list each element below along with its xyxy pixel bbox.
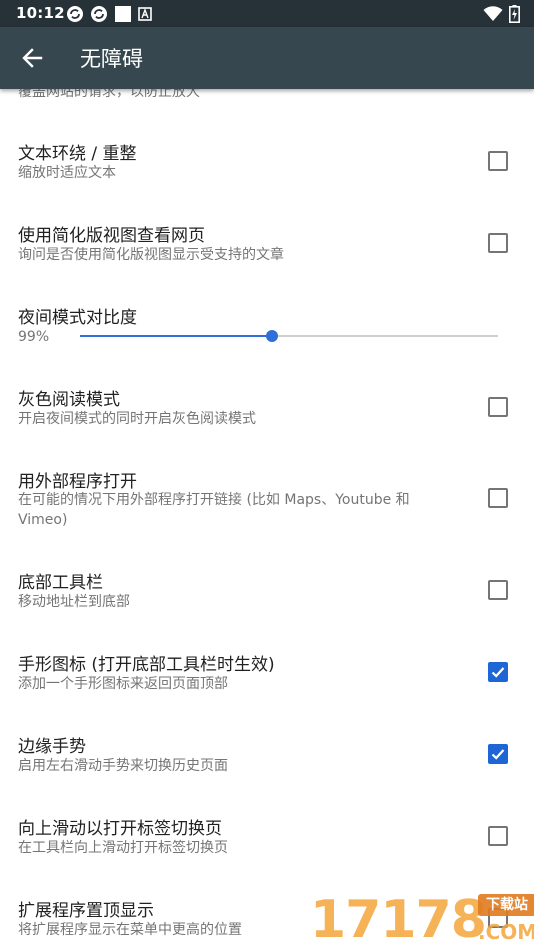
pref-summary: 缩放时适应文本	[18, 165, 116, 181]
checkbox[interactable]	[488, 488, 508, 508]
pref-open-external[interactable]: 用外部程序打开 在可能的情况下用外部程序打开链接 (比如 Maps、Youtub…	[0, 451, 534, 541]
square-icon	[115, 6, 131, 22]
pref-gray-reading[interactable]: 灰色阅读模式 开启夜间模式的同时开启灰色阅读模式	[0, 369, 534, 439]
pref-summary: 启用左右滑动手势来切换历史页面	[18, 758, 228, 774]
watermark-domain: .COM	[478, 920, 534, 944]
pref-title: 灰色阅读模式	[18, 390, 120, 410]
checkbox[interactable]	[488, 397, 508, 417]
a-notification-icon	[138, 7, 152, 21]
checkbox[interactable]	[488, 826, 508, 846]
slider-value: 99%	[18, 329, 50, 345]
battery-charging-icon	[509, 5, 520, 23]
slider-fill	[80, 335, 273, 337]
page-title: 无障碍	[80, 47, 143, 71]
pref-title: 使用简化版视图查看网页	[18, 226, 205, 246]
sync-icon	[67, 6, 83, 22]
pref-edge-gesture[interactable]: 边缘手势 启用左右滑动手势来切换历史页面	[0, 716, 534, 786]
back-button[interactable]	[12, 39, 52, 77]
arrow-left-icon	[22, 48, 43, 68]
pref-title: 向上滑动以打开标签切换页	[18, 819, 222, 839]
status-icons-left	[66, 5, 152, 23]
pref-title: 文本环绕 / 重整	[18, 144, 137, 164]
checkbox-checked[interactable]	[488, 744, 508, 764]
checkbox[interactable]	[488, 151, 508, 171]
contrast-slider[interactable]	[80, 330, 498, 342]
status-icons-right	[483, 5, 520, 23]
pref-swipe-up-tabs[interactable]: 向上滑动以打开标签切换页 在工具栏向上滑动打开标签切换页	[0, 798, 534, 868]
wifi-icon	[483, 6, 503, 21]
watermark-number: 17178	[310, 890, 487, 950]
pref-summary: 在可能的情况下用外部程序打开链接 (比如 Maps、Youtube 和 Vime…	[18, 492, 410, 528]
pref-reader-view[interactable]: 使用简化版视图查看网页 询问是否使用简化版视图显示受支持的文章	[0, 205, 534, 275]
pref-title: 用外部程序打开	[18, 472, 137, 492]
pref-text-reflow[interactable]: 文本环绕 / 重整 缩放时适应文本	[0, 123, 534, 193]
app-bar: 无障碍	[0, 27, 534, 89]
pref-summary: 开启夜间模式的同时开启灰色阅读模式	[18, 411, 256, 427]
pref-summary: 在工具栏向上滑动打开标签切换页	[18, 840, 228, 856]
pref-summary: 添加一个手形图标来返回页面顶部	[18, 676, 228, 692]
checkbox-checked[interactable]	[488, 662, 508, 682]
pref-bottom-toolbar[interactable]: 底部工具栏 移动地址栏到底部	[0, 552, 534, 622]
status-time: 10:12	[16, 4, 65, 22]
pref-summary: 询问是否使用简化版视图显示受支持的文章	[18, 247, 284, 263]
watermark-badge: 下载站	[478, 894, 534, 916]
watermark: 17178 下载站 .COM	[310, 890, 534, 950]
pref-title: 底部工具栏	[18, 573, 103, 593]
sync-icon	[91, 6, 107, 22]
pref-title: 手形图标 (打开底部工具栏时生效)	[18, 655, 275, 675]
check-icon	[491, 749, 505, 760]
check-icon	[491, 667, 505, 678]
preferences-list[interactable]: 覆盖网站的请求，以防止放大 文本环绕 / 重整 缩放时适应文本 使用简化版视图查…	[0, 89, 534, 950]
pref-summary: 移动地址栏到底部	[18, 594, 130, 610]
slider-title: 夜间模式对比度	[18, 308, 137, 328]
checkbox[interactable]	[488, 580, 508, 600]
pref-hand-icon[interactable]: 手形图标 (打开底部工具栏时生效) 添加一个手形图标来返回页面顶部	[0, 634, 534, 704]
checkbox[interactable]	[488, 233, 508, 253]
partial-summary: 覆盖网站的请求，以防止放大	[18, 89, 200, 100]
pref-title: 扩展程序置顶显示	[18, 901, 154, 921]
pref-title: 边缘手势	[18, 737, 86, 757]
status-bar: 10:12	[0, 0, 534, 27]
